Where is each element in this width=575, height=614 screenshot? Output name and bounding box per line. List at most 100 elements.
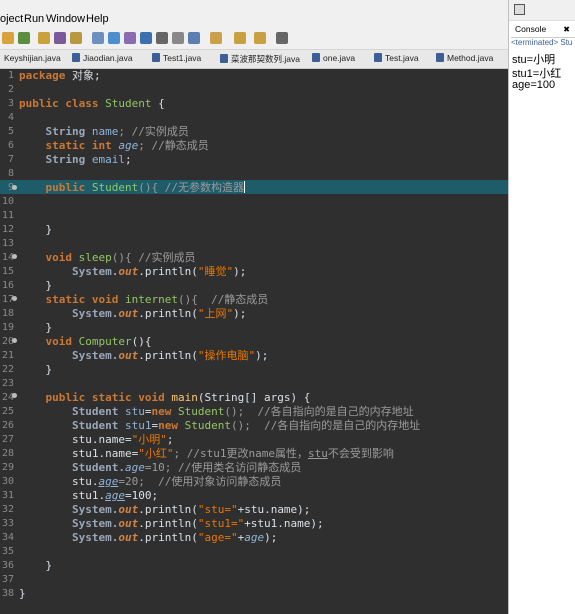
line-number: 38 [1, 588, 14, 599]
open-folder-icon[interactable] [38, 32, 50, 44]
back-icon[interactable] [234, 32, 246, 44]
tab-jiaodian[interactable]: Jiaodian.java [72, 53, 133, 68]
line-number: 13 [1, 238, 14, 249]
line-number: 35 [1, 546, 14, 557]
line-number: 12 [1, 224, 14, 235]
code-line: } [19, 587, 26, 600]
new-file-icon[interactable] [54, 32, 66, 44]
debug-icon[interactable] [18, 32, 30, 44]
line-number: 36 [1, 560, 14, 571]
line-number: 10 [1, 196, 14, 207]
code-line: System.out.println("上网"); [19, 307, 247, 320]
line-number: 27 [1, 434, 14, 445]
code-line: } [19, 363, 53, 376]
search-icon[interactable] [92, 32, 104, 44]
arrow-left-icon[interactable] [254, 32, 266, 44]
code-line: String name; //实例成员 [19, 125, 189, 138]
fold-marker[interactable] [12, 393, 17, 398]
code-editor[interactable]: 1 2 3 4 5 6 7 8 9 10 11 12 13 14 15 16 17 18 19 20 21 22 23 24 2… [0, 69, 508, 614]
code-line: System.out.println("stu1="+stu1.name); [19, 517, 324, 530]
line-number: 3 [7, 98, 14, 109]
fold-marker[interactable] [12, 254, 17, 259]
edit-icon[interactable] [70, 32, 82, 44]
build-icon[interactable] [140, 32, 152, 44]
line-number: 37 [1, 574, 14, 585]
console-view: Console ✖ <terminated> Stu stu=小明 stu1=小… [508, 0, 575, 614]
code-line: } [19, 559, 53, 572]
code-line: System.out.println("睡觉"); [19, 265, 247, 278]
toolbar [0, 28, 508, 50]
tab-one[interactable]: one.java [312, 53, 355, 68]
line-number: 19 [1, 322, 14, 333]
tab-keyshijian[interactable]: Keyshijian.java [4, 53, 61, 68]
code-line: String email; [19, 153, 132, 166]
fold-marker[interactable] [12, 296, 17, 301]
tab-method[interactable]: Method.java [436, 53, 493, 68]
fold-marker[interactable] [12, 338, 17, 343]
code-line: System.out.println("操作电脑"); [19, 349, 269, 362]
code-line: } [19, 223, 53, 236]
tab-test[interactable]: Test.java [374, 53, 419, 68]
code-line: System.out.println("age="+age); [19, 531, 278, 544]
java-file-icon [152, 53, 160, 62]
line-number: 29 [1, 462, 14, 473]
menu-project[interactable]: oject [0, 13, 23, 25]
menu-run[interactable]: Run [24, 13, 44, 25]
code-line: void sleep(){ //实例成员 [19, 251, 196, 264]
menu-help[interactable]: Help [86, 13, 109, 25]
line-number: 18 [1, 308, 14, 319]
console-tab[interactable]: Console ✖ [511, 21, 575, 38]
code-line: Student.age=10; //使用类名访问静态成员 [19, 461, 302, 474]
java-file-icon [436, 53, 444, 62]
console-status: <terminated> Stu [511, 38, 573, 47]
code-line: static void internet(){ //静态成员 [19, 293, 269, 306]
menu-window[interactable]: Window [46, 13, 85, 25]
close-icon[interactable]: ✖ [563, 21, 570, 38]
tab-fibonacci[interactable]: 菜波那契数列.java [220, 53, 300, 68]
line-number: 28 [1, 448, 14, 459]
annotate-icon[interactable] [188, 32, 200, 44]
java-file-icon [312, 53, 320, 62]
console-toolbar [509, 0, 575, 21]
line-number: 33 [1, 518, 14, 529]
line-number: 31 [1, 490, 14, 501]
wand-icon[interactable] [108, 32, 120, 44]
print-icon[interactable] [172, 32, 184, 44]
line-number: 7 [7, 154, 14, 165]
save-icon[interactable] [156, 32, 168, 44]
code-line: } [19, 279, 53, 292]
line-number: 30 [1, 476, 14, 487]
arrow-right-icon[interactable] [276, 32, 288, 44]
console-view-icon[interactable] [514, 4, 525, 15]
fold-marker[interactable] [12, 185, 17, 190]
pin-icon[interactable] [210, 32, 222, 44]
code-line: } [19, 321, 53, 334]
java-file-icon [72, 53, 80, 62]
code-line: public static void main(String[] args) { [19, 391, 311, 404]
line-number: 21 [1, 350, 14, 361]
line-number: 34 [1, 532, 14, 543]
menu-bar: oject Run Window Help [0, 0, 508, 28]
line-number: 23 [1, 378, 14, 389]
editor-tabs: Keyshijian.java Jiaodian.java Test1.java… [0, 50, 508, 69]
line-number: 5 [7, 126, 14, 137]
code-line: package 对象; [19, 69, 101, 82]
tab-test1[interactable]: Test1.java [152, 53, 201, 68]
line-number: 8 [7, 168, 14, 179]
code-line: public Student(){ //无参数构造器 [19, 181, 245, 194]
code-line: stu1.name="小红"; //stu1更改name属性，stu不会受到影响 [19, 447, 394, 460]
code-line: System.out.println("stu="+stu.name); [19, 503, 311, 516]
line-number: 1 [7, 70, 14, 81]
code-line: static int age; //静态成员 [19, 139, 209, 152]
run-icon[interactable] [2, 32, 14, 44]
code-line: void Computer(){ [19, 335, 152, 348]
code-line: stu.name="小明"; [19, 433, 174, 446]
line-number: 25 [1, 406, 14, 417]
line-number: 26 [1, 420, 14, 431]
code-line: stu1.age=100; [19, 489, 159, 502]
code-line: public class Student { [19, 97, 165, 110]
java-file-icon [374, 53, 382, 62]
text-cursor [243, 181, 245, 193]
code-line: Student stu1=new Student(); //各自指向的是自己的内… [19, 419, 421, 432]
grid-icon[interactable] [124, 32, 136, 44]
